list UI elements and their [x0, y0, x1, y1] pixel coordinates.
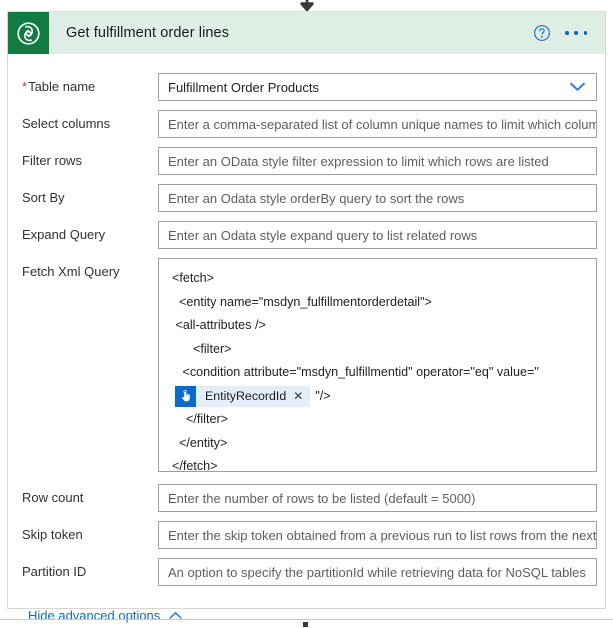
field-fetch-xml-query: Fetch Xml Query <fetch> <entity name="ms…	[8, 258, 605, 472]
field-filter-rows: Filter rows Enter an OData style filter …	[8, 147, 605, 175]
token-label: EntityRecordId	[205, 388, 287, 403]
header-actions	[533, 24, 605, 42]
field-expand-query: Expand Query Enter an Odata style expand…	[8, 221, 605, 249]
required-asterisk: *	[22, 79, 28, 94]
manual-trigger-hand-icon	[175, 385, 196, 407]
xml-line: </filter>	[165, 412, 228, 426]
fetch-xml-query-editor[interactable]: <fetch> <entity name="msdyn_fulfillmento…	[158, 258, 597, 472]
sort-by-placeholder: Enter an Odata style orderBy query to so…	[168, 190, 465, 206]
table-name-dropdown[interactable]: Fulfillment Order Products	[158, 73, 597, 101]
ellipsis-icon[interactable]	[565, 24, 587, 42]
page-title: Get fulfillment order lines	[66, 25, 230, 41]
select-columns-placeholder: Enter a comma-separated list of column u…	[168, 116, 596, 132]
field-label-table-name: *Table name	[22, 73, 158, 95]
advanced-options-label[interactable]: Hide advanced options	[28, 608, 160, 623]
skip-token-placeholder: Enter the skip token obtained from a pre…	[168, 527, 597, 543]
field-label-row-count: Row count	[22, 490, 84, 505]
dynamic-content-token[interactable]: EntityRecordId ✕	[175, 385, 311, 407]
field-label-filter-rows: Filter rows	[22, 153, 82, 168]
filter-rows-placeholder: Enter an OData style filter expression t…	[168, 153, 549, 169]
table-name-value: Fulfillment Order Products	[168, 79, 319, 95]
xml-line: </fetch>	[165, 459, 218, 472]
xml-line: <entity name="msdyn_fulfillmentorderdeta…	[165, 294, 432, 309]
bottom-divider	[0, 619, 613, 620]
field-label-sort-by: Sort By	[22, 190, 65, 205]
field-skip-token: Skip token Enter the skip token obtained…	[8, 521, 605, 549]
select-columns-input[interactable]: Enter a comma-separated list of column u…	[158, 110, 597, 138]
skip-token-input[interactable]: Enter the skip token obtained from a pre…	[158, 521, 597, 549]
field-label-fetch-xml-query: Fetch Xml Query	[22, 264, 120, 279]
field-label-partition-id: Partition ID	[22, 564, 87, 579]
row-count-input[interactable]: Enter the number of rows to be listed (d…	[158, 484, 597, 512]
field-select-columns: Select columns Enter a comma-separated l…	[8, 110, 605, 138]
expand-query-input[interactable]: Enter an Odata style expand query to lis…	[158, 221, 597, 249]
row-count-placeholder: Enter the number of rows to be listed (d…	[168, 490, 476, 506]
xml-line: <filter>	[165, 341, 232, 356]
help-circle-icon[interactable]	[533, 24, 551, 42]
label-text: Table name	[28, 79, 96, 94]
xml-line: <fetch>	[165, 271, 215, 285]
field-partition-id: Partition ID An option to specify the pa…	[8, 558, 605, 586]
flow-action-card-root: Get fulfillment order lines *Table name	[0, 0, 613, 628]
filter-rows-input[interactable]: Enter an OData style filter expression t…	[158, 147, 597, 175]
xml-token-line: EntityRecordId ✕ "/>	[165, 385, 590, 409]
xml-line: </entity>	[165, 435, 228, 450]
field-row-count: Row count Enter the number of rows to be…	[8, 484, 605, 512]
field-label-skip-token: Skip token	[22, 527, 83, 542]
partition-id-input[interactable]: An option to specify the partitionId whi…	[158, 558, 597, 586]
close-x-icon[interactable]: ✕	[293, 390, 310, 402]
dataverse-icon	[8, 11, 49, 55]
chevron-down-icon[interactable]	[558, 74, 596, 100]
xml-line: <condition attribute="msdyn_fulfillmenti…	[165, 365, 539, 379]
advanced-options-toggle[interactable]: Hide advanced options	[8, 608, 605, 623]
field-table-name: *Table name Fulfillment Order Products	[8, 73, 605, 101]
token-trailing-text: "/>	[315, 388, 331, 403]
field-label-expand-query: Expand Query	[22, 227, 106, 242]
top-connector	[0, 0, 613, 12]
field-label-select-columns: Select columns	[22, 116, 111, 131]
connector-dot-icon	[303, 622, 308, 627]
card-header[interactable]: Get fulfillment order lines	[8, 11, 605, 55]
sort-by-input[interactable]: Enter an Odata style orderBy query to so…	[158, 184, 597, 212]
field-sort-by: Sort By Enter an Odata style orderBy que…	[8, 184, 605, 212]
form-body: *Table name Fulfillment Order Products S…	[8, 54, 605, 623]
action-card: Get fulfillment order lines *Table name	[7, 11, 606, 623]
expand-query-placeholder: Enter an Odata style expand query to lis…	[168, 227, 478, 243]
xml-line: <all-attributes />	[165, 318, 266, 332]
partition-id-placeholder: An option to specify the partitionId whi…	[168, 564, 586, 580]
